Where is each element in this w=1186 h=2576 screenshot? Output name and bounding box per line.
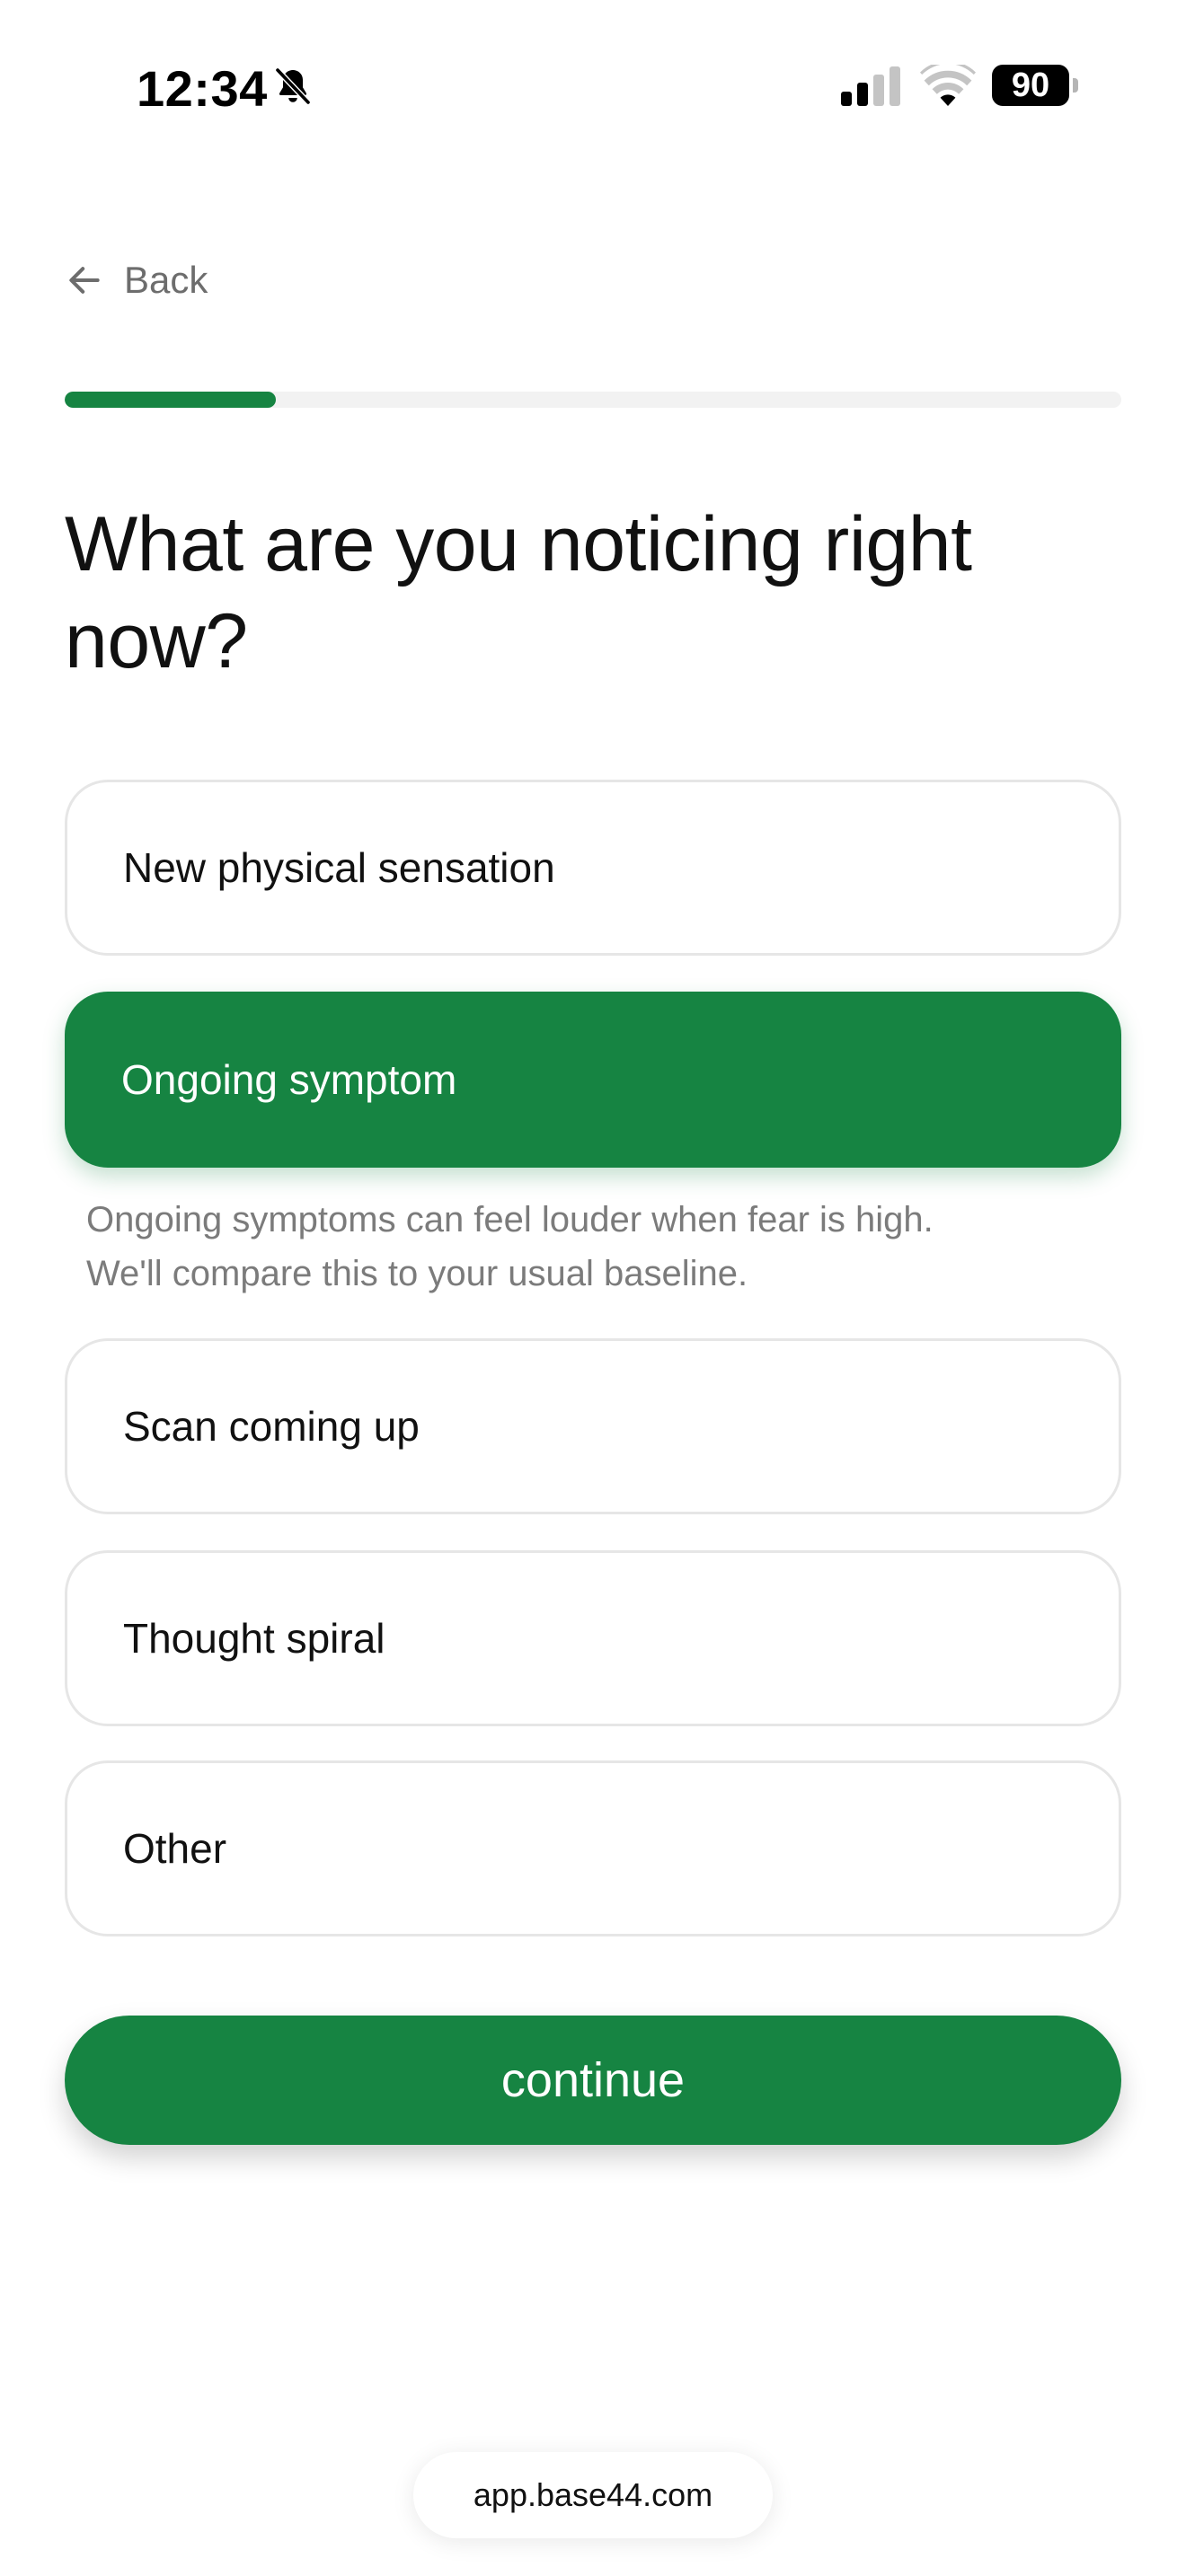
option-hint: Ongoing symptoms can feel louder when fe… [86,1193,1120,1301]
battery-level: 90 [992,65,1069,106]
option-new-physical-sensation[interactable]: New physical sensation [65,780,1121,956]
option-ongoing-symptom[interactable]: Ongoing symptom [65,992,1121,1168]
option-thought-spiral[interactable]: Thought spiral [65,1550,1121,1726]
page-title: What are you noticing right now? [65,501,972,684]
progress-bar [65,392,1121,408]
option-label: New physical sensation [123,844,555,891]
status-bar: 12:34 90 [0,0,1186,171]
option-label: Other [123,1825,227,1872]
back-label: Back [124,259,208,301]
option-hint-line-1: Ongoing symptoms can feel louder when fe… [86,1200,934,1239]
back-button[interactable]: Back [65,253,208,307]
continue-button[interactable]: continue [65,2016,1121,2145]
option-label: Thought spiral [123,1615,385,1662]
battery-icon: 90 [992,65,1078,106]
option-other[interactable]: Other [65,1760,1121,1936]
option-scan-coming-up[interactable]: Scan coming up [65,1338,1121,1514]
status-time: 12:34 [137,60,268,117]
url-bar[interactable]: app.base44.com [413,2452,773,2538]
option-hint-line-2: We'll compare this to your usual baselin… [86,1254,748,1293]
arrow-left-icon [69,267,100,294]
option-label: Scan coming up [123,1403,420,1450]
bell-slash-icon [274,66,312,106]
screen: 12:34 90 Back What are you noticing righ… [0,0,1186,2576]
battery-tip [1073,78,1078,93]
wifi-icon [920,65,976,106]
progress-fill [65,392,277,408]
cellular-signal-icon [841,66,900,106]
option-label: Ongoing symptom [121,1056,457,1103]
